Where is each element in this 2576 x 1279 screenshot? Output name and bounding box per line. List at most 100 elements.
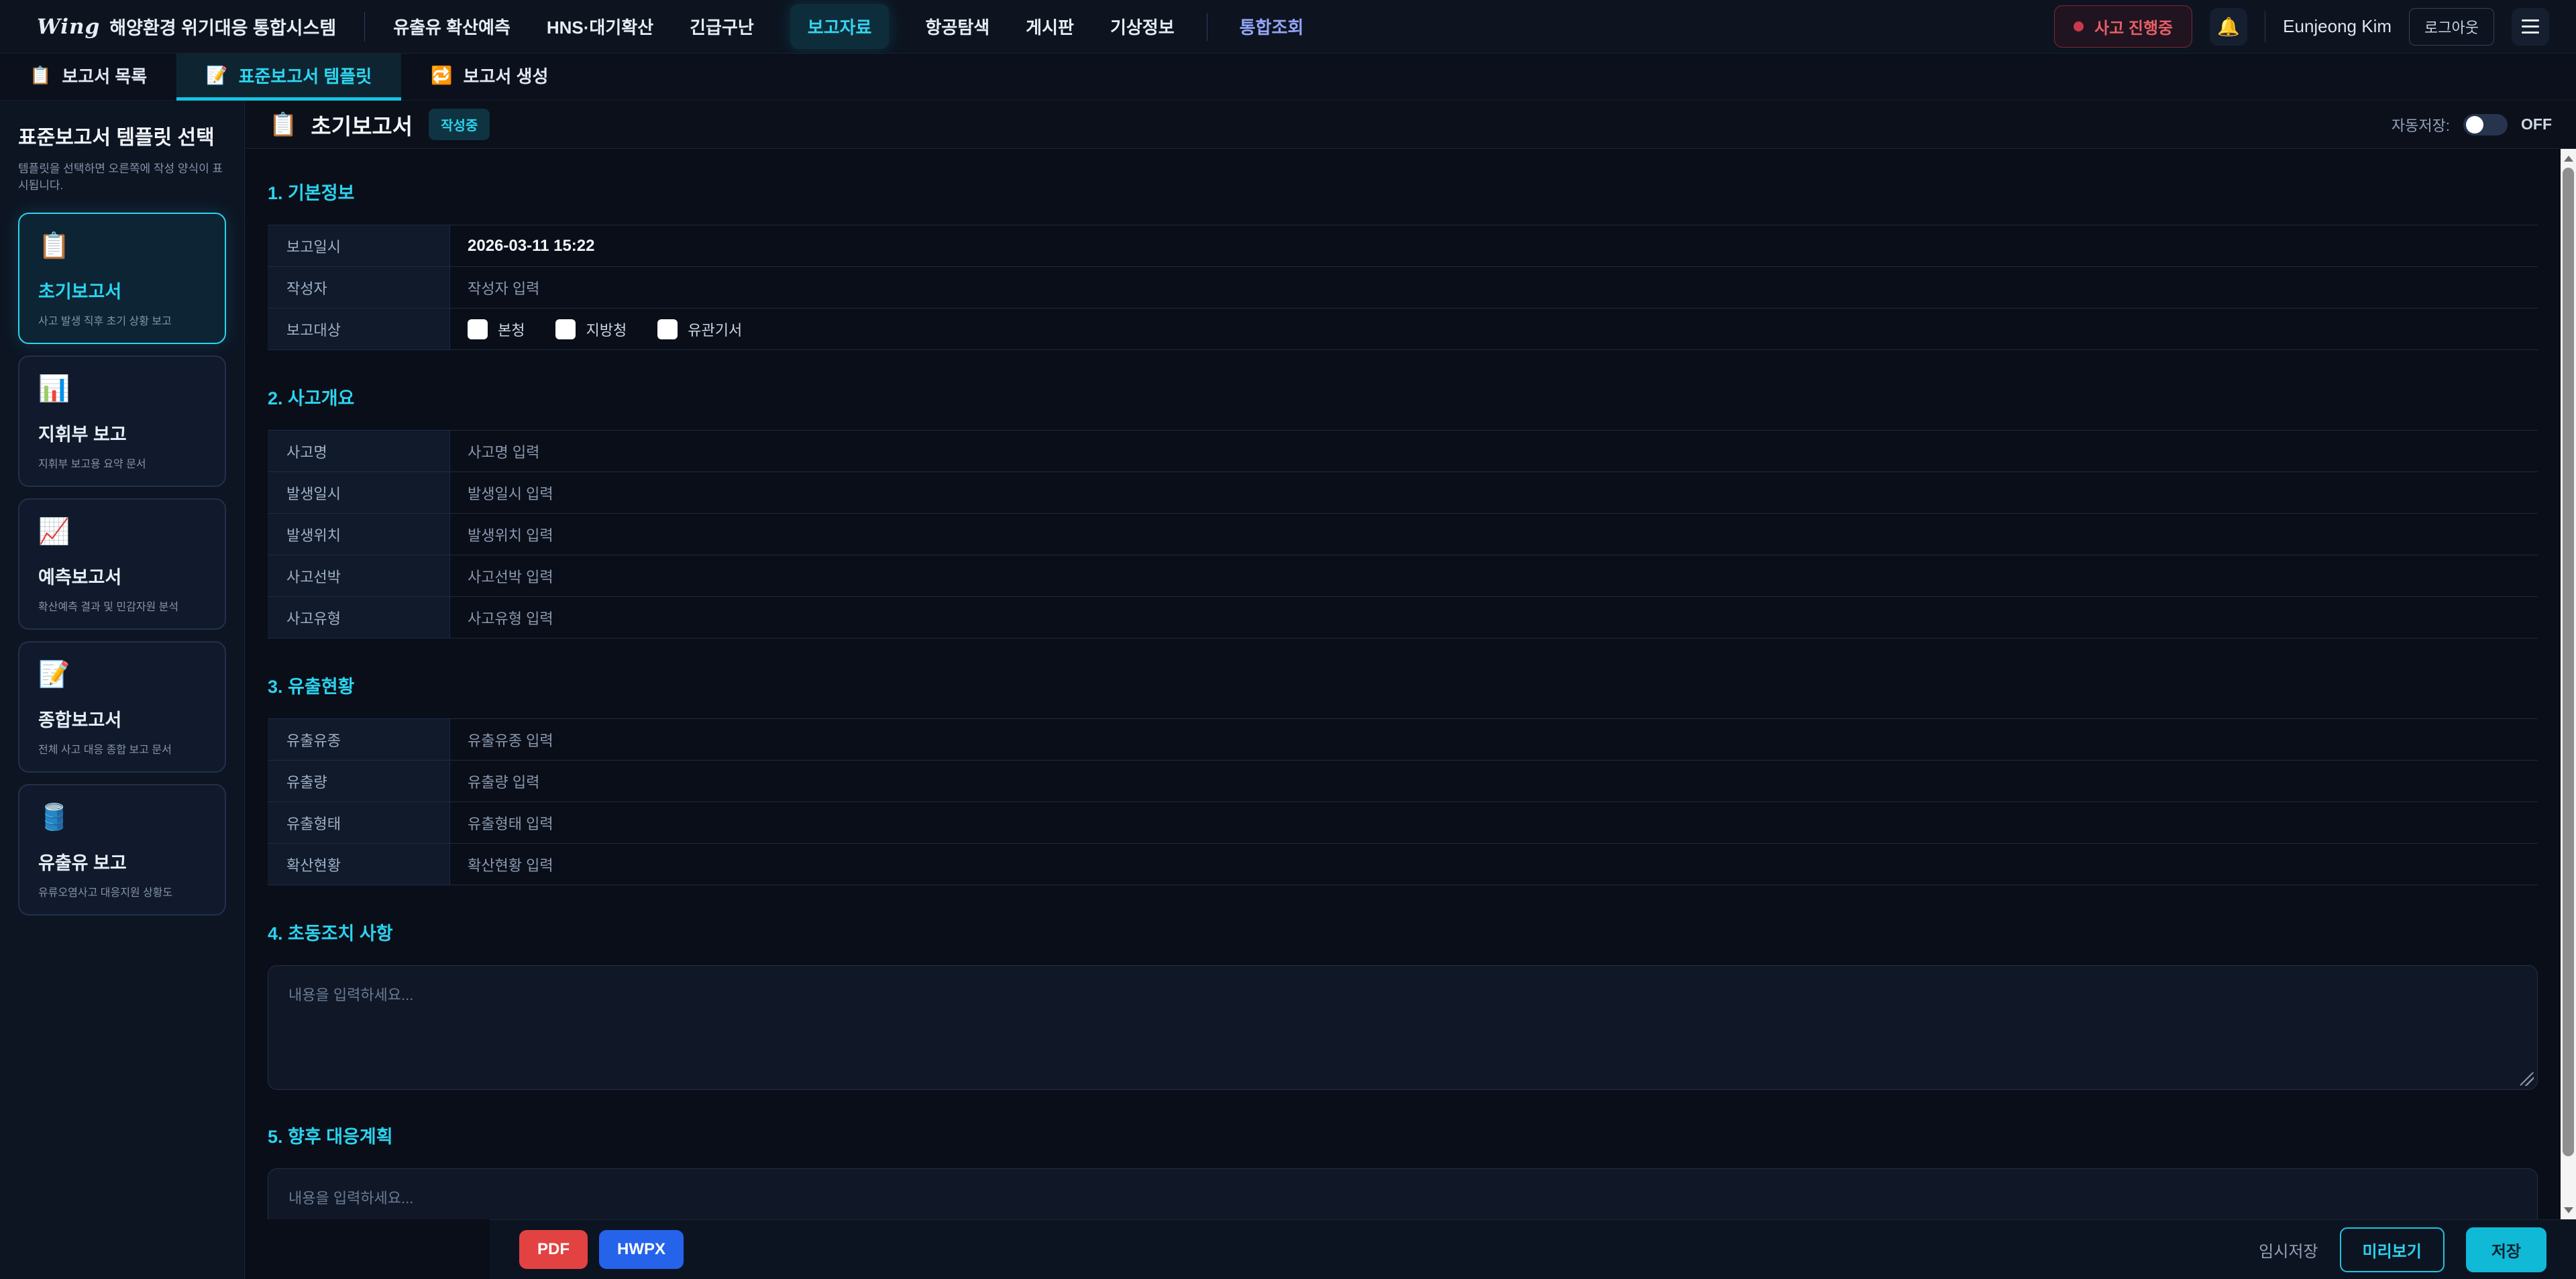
form-row: 사고명사고명 입력 [268, 431, 2538, 472]
template-card-4[interactable]: 🛢️ 유출유 보고유류오염사고 대응지원 상황도 [18, 784, 226, 915]
template-card-list: 📋초기보고서사고 발생 직후 초기 상황 보고📊지휘부 보고지휘부 보고용 요약… [18, 213, 226, 915]
textarea-input[interactable]: 내용을 입력하세요... [268, 1168, 2538, 1219]
scrollbar-down-arrow[interactable] [2561, 1201, 2576, 1219]
form-row: 발생일시발생일시 입력 [268, 472, 2538, 514]
autosave-controls: 자동저장: OFF [2392, 114, 2552, 135]
notifications-button[interactable]: 🔔 [2210, 8, 2247, 46]
scrollbar-thumb[interactable] [2563, 168, 2574, 1156]
nav-item-4[interactable]: 항공탐색 [925, 14, 989, 39]
preview-button[interactable]: 미리보기 [2340, 1227, 2445, 1272]
checkbox-icon[interactable] [657, 319, 678, 339]
nav-item-6[interactable]: 기상정보 [1110, 14, 1175, 39]
form-row: 보고대상본청지방청유관기서 [268, 309, 2538, 350]
form-row-label: 유출유종 [268, 719, 450, 760]
form-row: 유출유종유출유종 입력 [268, 719, 2538, 761]
tab-2[interactable]: 🔁보고서 생성 [401, 54, 578, 101]
resize-handle-icon[interactable] [2520, 1072, 2534, 1086]
action-footer: PDF HWPX 임시저장 미리보기 저장 [490, 1219, 2576, 1279]
section-heading-3: 4. 초동조치 사항 [268, 919, 2538, 945]
form-row-input[interactable]: 유출유종 입력 [450, 719, 2538, 760]
form-row: 작성자작성자 입력 [268, 267, 2538, 309]
scrollbar-up-arrow[interactable] [2561, 149, 2576, 168]
save-button[interactable]: 저장 [2466, 1227, 2546, 1272]
header-divider [364, 12, 365, 42]
template-card-icon: 📈 [38, 517, 206, 547]
form-row-input[interactable]: 사고선박 입력 [450, 555, 2538, 596]
nav-item-1[interactable]: HNS·대기확산 [547, 14, 653, 39]
app-title: 해양환경 위기대응 통합시스템 [109, 13, 336, 40]
form-row: 유출형태유출형태 입력 [268, 802, 2538, 844]
template-card-name: 유출유 보고 [38, 848, 206, 875]
nav-item-3[interactable]: 보고자료 [790, 4, 890, 49]
tab-label: 보고서 목록 [62, 63, 147, 88]
template-sidebar: 표준보고서 템플릿 선택 템플릿을 선택하면 오른쪽에 작성 양식이 표시됩니다… [0, 101, 245, 1279]
form-row-input[interactable]: 작성자 입력 [450, 267, 2538, 308]
checkbox-group: 본청 지방청 유관기서 [468, 319, 742, 340]
nav-item-0[interactable]: 유출유 확산예측 [393, 14, 511, 39]
report-tabbar: 📋보고서 목록 📝 표준보고서 템플릿 🔁보고서 생성 [0, 54, 2576, 101]
template-card-name: 초기보고서 [38, 277, 206, 303]
template-card-name: 종합보고서 [38, 706, 206, 732]
sidebar-title: 표준보고서 템플릿 선택 [18, 121, 226, 150]
vertical-scrollbar[interactable] [2561, 149, 2576, 1219]
export-hwpx-button[interactable]: HWPX [599, 1230, 684, 1269]
tab-icon-2: 🔁 [431, 65, 452, 86]
nav-item-5[interactable]: 게시판 [1026, 14, 1074, 39]
checkbox-option-2[interactable]: 유관기서 [657, 319, 742, 340]
form-row-input[interactable]: 유출형태 입력 [450, 802, 2538, 843]
incident-status-badge: 사고 진행중 [2054, 5, 2192, 48]
autosave-toggle[interactable] [2463, 114, 2508, 135]
template-card-2[interactable]: 📈예측보고서확산예측 결과 및 민감자원 분석 [18, 498, 226, 630]
form-row-input[interactable]: 확산현황 입력 [450, 844, 2538, 885]
form-row-label: 사고선박 [268, 555, 450, 596]
footer-right-actions: 임시저장 미리보기 저장 [2259, 1227, 2546, 1272]
form-row-input[interactable]: 사고유형 입력 [450, 597, 2538, 638]
header-right: 사고 진행중 🔔 Eunjeong Kim 로그아웃 [2054, 5, 2549, 48]
form-row: 보고일시2026-03-11 15:22 [268, 225, 2538, 267]
main-nav: 유출유 확산예측 HNS·대기확산 긴급구난 보고자료 항공탐색 게시판 기상정보 통합조회 [393, 4, 1303, 49]
form-row-input[interactable]: 발생위치 입력 [450, 514, 2538, 555]
section-heading-0: 1. 기본정보 [268, 178, 2538, 205]
menu-button[interactable] [2512, 8, 2549, 46]
logout-button[interactable]: 로그아웃 [2409, 8, 2494, 46]
section-heading-4: 5. 향후 대응계획 [268, 1122, 2538, 1148]
template-card-3[interactable]: 📝 종합보고서전체 사고 대응 종합 보고 문서 [18, 641, 226, 773]
tab-icon-1: 📝 [206, 65, 227, 86]
temp-save-button[interactable]: 임시저장 [2259, 1238, 2318, 1262]
form-row-input[interactable]: 2026-03-11 15:22 [450, 225, 2538, 266]
form-row-input[interactable]: 사고명 입력 [450, 431, 2538, 471]
template-card-desc: 유류오염사고 대응지원 상황도 [38, 883, 206, 899]
tab-0[interactable]: 📋보고서 목록 [0, 54, 176, 101]
tab-label: 표준보고서 템플릿 [239, 63, 372, 88]
form-row-input[interactable]: 발생일시 입력 [450, 472, 2538, 513]
template-card-1[interactable]: 📊지휘부 보고지휘부 보고용 요약 문서 [18, 355, 226, 487]
export-pdf-button[interactable]: PDF [519, 1230, 588, 1269]
form-row-label: 작성자 [268, 267, 450, 308]
report-icon: 📋 [269, 111, 297, 138]
top-header: Wing 해양환경 위기대응 통합시스템 유출유 확산예측HNS·대기확산긴급구… [0, 0, 2576, 54]
template-card-name: 예측보고서 [38, 563, 206, 589]
status-badge: 작성중 [429, 109, 490, 140]
form-row-input[interactable]: 유출량 입력 [450, 761, 2538, 801]
toggle-knob [2466, 116, 2483, 133]
nav-item-7[interactable]: 통합조회 [1240, 14, 1304, 39]
template-card-icon: 🛢️ [38, 803, 206, 832]
form-row-label: 보고일시 [268, 225, 450, 266]
checkbox-option-1[interactable]: 지방청 [555, 319, 627, 340]
user-name: Eunjeong Kim [2283, 16, 2392, 37]
template-card-desc: 전체 사고 대응 종합 보고 문서 [38, 740, 206, 757]
form-row-label: 확산현황 [268, 844, 450, 885]
form-row: 유출량유출량 입력 [268, 761, 2538, 802]
checkbox-icon[interactable] [555, 319, 576, 339]
nav-item-2[interactable]: 긴급구난 [690, 14, 754, 39]
template-card-desc: 지휘부 보고용 요약 문서 [38, 455, 206, 471]
tab-1[interactable]: 📝 표준보고서 템플릿 [176, 54, 401, 101]
form-row-label: 유출형태 [268, 802, 450, 843]
template-card-icon: 📋 [38, 231, 206, 261]
template-card-0[interactable]: 📋초기보고서사고 발생 직후 초기 상황 보고 [18, 213, 226, 344]
textarea-input[interactable]: 내용을 입력하세요... [268, 965, 2538, 1090]
checkbox-option-0[interactable]: 본청 [468, 319, 525, 340]
template-card-icon: 📝 [38, 660, 206, 689]
template-card-name: 지휘부 보고 [38, 420, 206, 446]
checkbox-icon[interactable] [468, 319, 488, 339]
